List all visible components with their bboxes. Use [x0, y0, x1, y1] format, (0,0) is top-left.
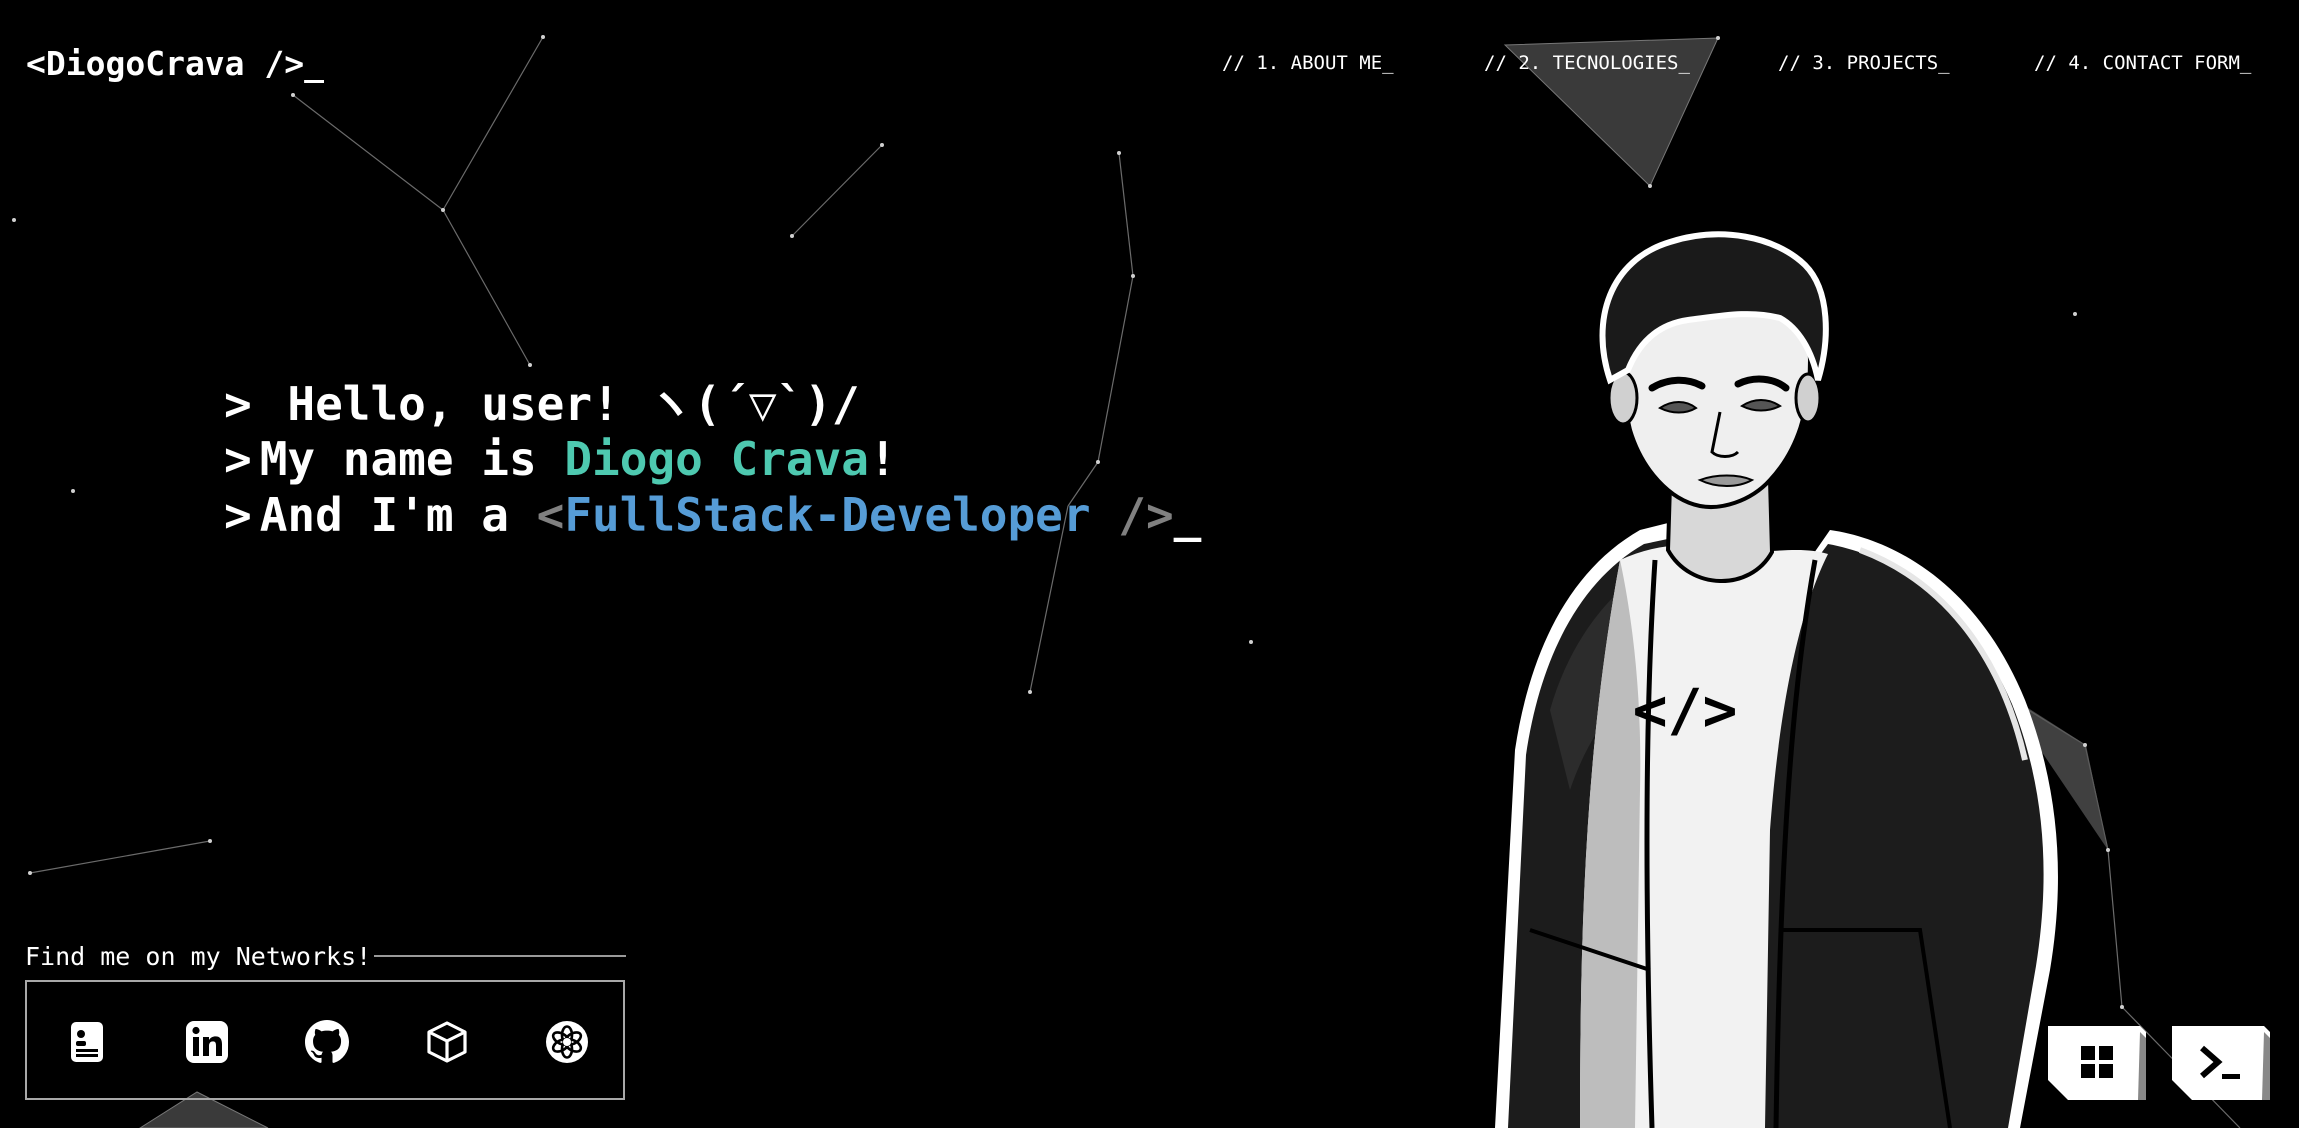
blinking-cursor: _ [1173, 488, 1202, 542]
tag-open: < [536, 488, 565, 542]
networks-title: Find me on my Networks! [25, 942, 372, 971]
developer-portrait: </> [1495, 231, 2058, 1128]
developer-name: Diogo Crava [564, 432, 869, 486]
grid-view-button[interactable] [2048, 1026, 2146, 1100]
cube-icon[interactable] [425, 1020, 469, 1064]
networks-divider [374, 955, 626, 957]
hero-line-greeting: > Hello, user! ヽ(´▽`)/ [224, 368, 860, 434]
terminal-button[interactable] [2172, 1026, 2270, 1100]
nav-technologies[interactable]: // 2. TECNOLOGIES_ [1484, 52, 1690, 74]
prompt-symbol: > [224, 432, 252, 486]
tag-close: /> [1090, 488, 1174, 542]
greeting-text: Hello, user! ヽ(´▽`)/ [287, 377, 860, 431]
nav-projects[interactable]: // 3. PROJECTS_ [1778, 52, 1950, 74]
social-networks-panel [25, 980, 625, 1100]
openai-icon[interactable] [545, 1020, 589, 1064]
nav-contact-form[interactable]: // 4. CONTACT FORM_ [2034, 52, 2251, 74]
hero-line-role: > And I'm a <FullStack-Developer />_ [224, 488, 1201, 542]
prompt-symbol: > [224, 377, 252, 431]
shirt-code-logo: </> [1633, 676, 1738, 744]
nav-about-me[interactable]: // 1. ABOUT ME_ [1222, 52, 1394, 74]
github-icon[interactable] [305, 1020, 349, 1064]
linkedin-icon[interactable] [185, 1020, 229, 1064]
hero-line-name: > My name is Diogo Crava! [224, 432, 897, 486]
resume-icon[interactable] [65, 1020, 109, 1064]
role-prefix: And I'm a [259, 488, 537, 542]
developer-role: FullStack-Developer [564, 488, 1091, 542]
name-prefix: My name is [259, 432, 565, 486]
main-nav: // 1. ABOUT ME_ // 2. TECNOLOGIES_ // 3.… [0, 52, 2299, 82]
prompt-symbol: > [224, 488, 252, 542]
name-suffix: ! [868, 432, 897, 486]
